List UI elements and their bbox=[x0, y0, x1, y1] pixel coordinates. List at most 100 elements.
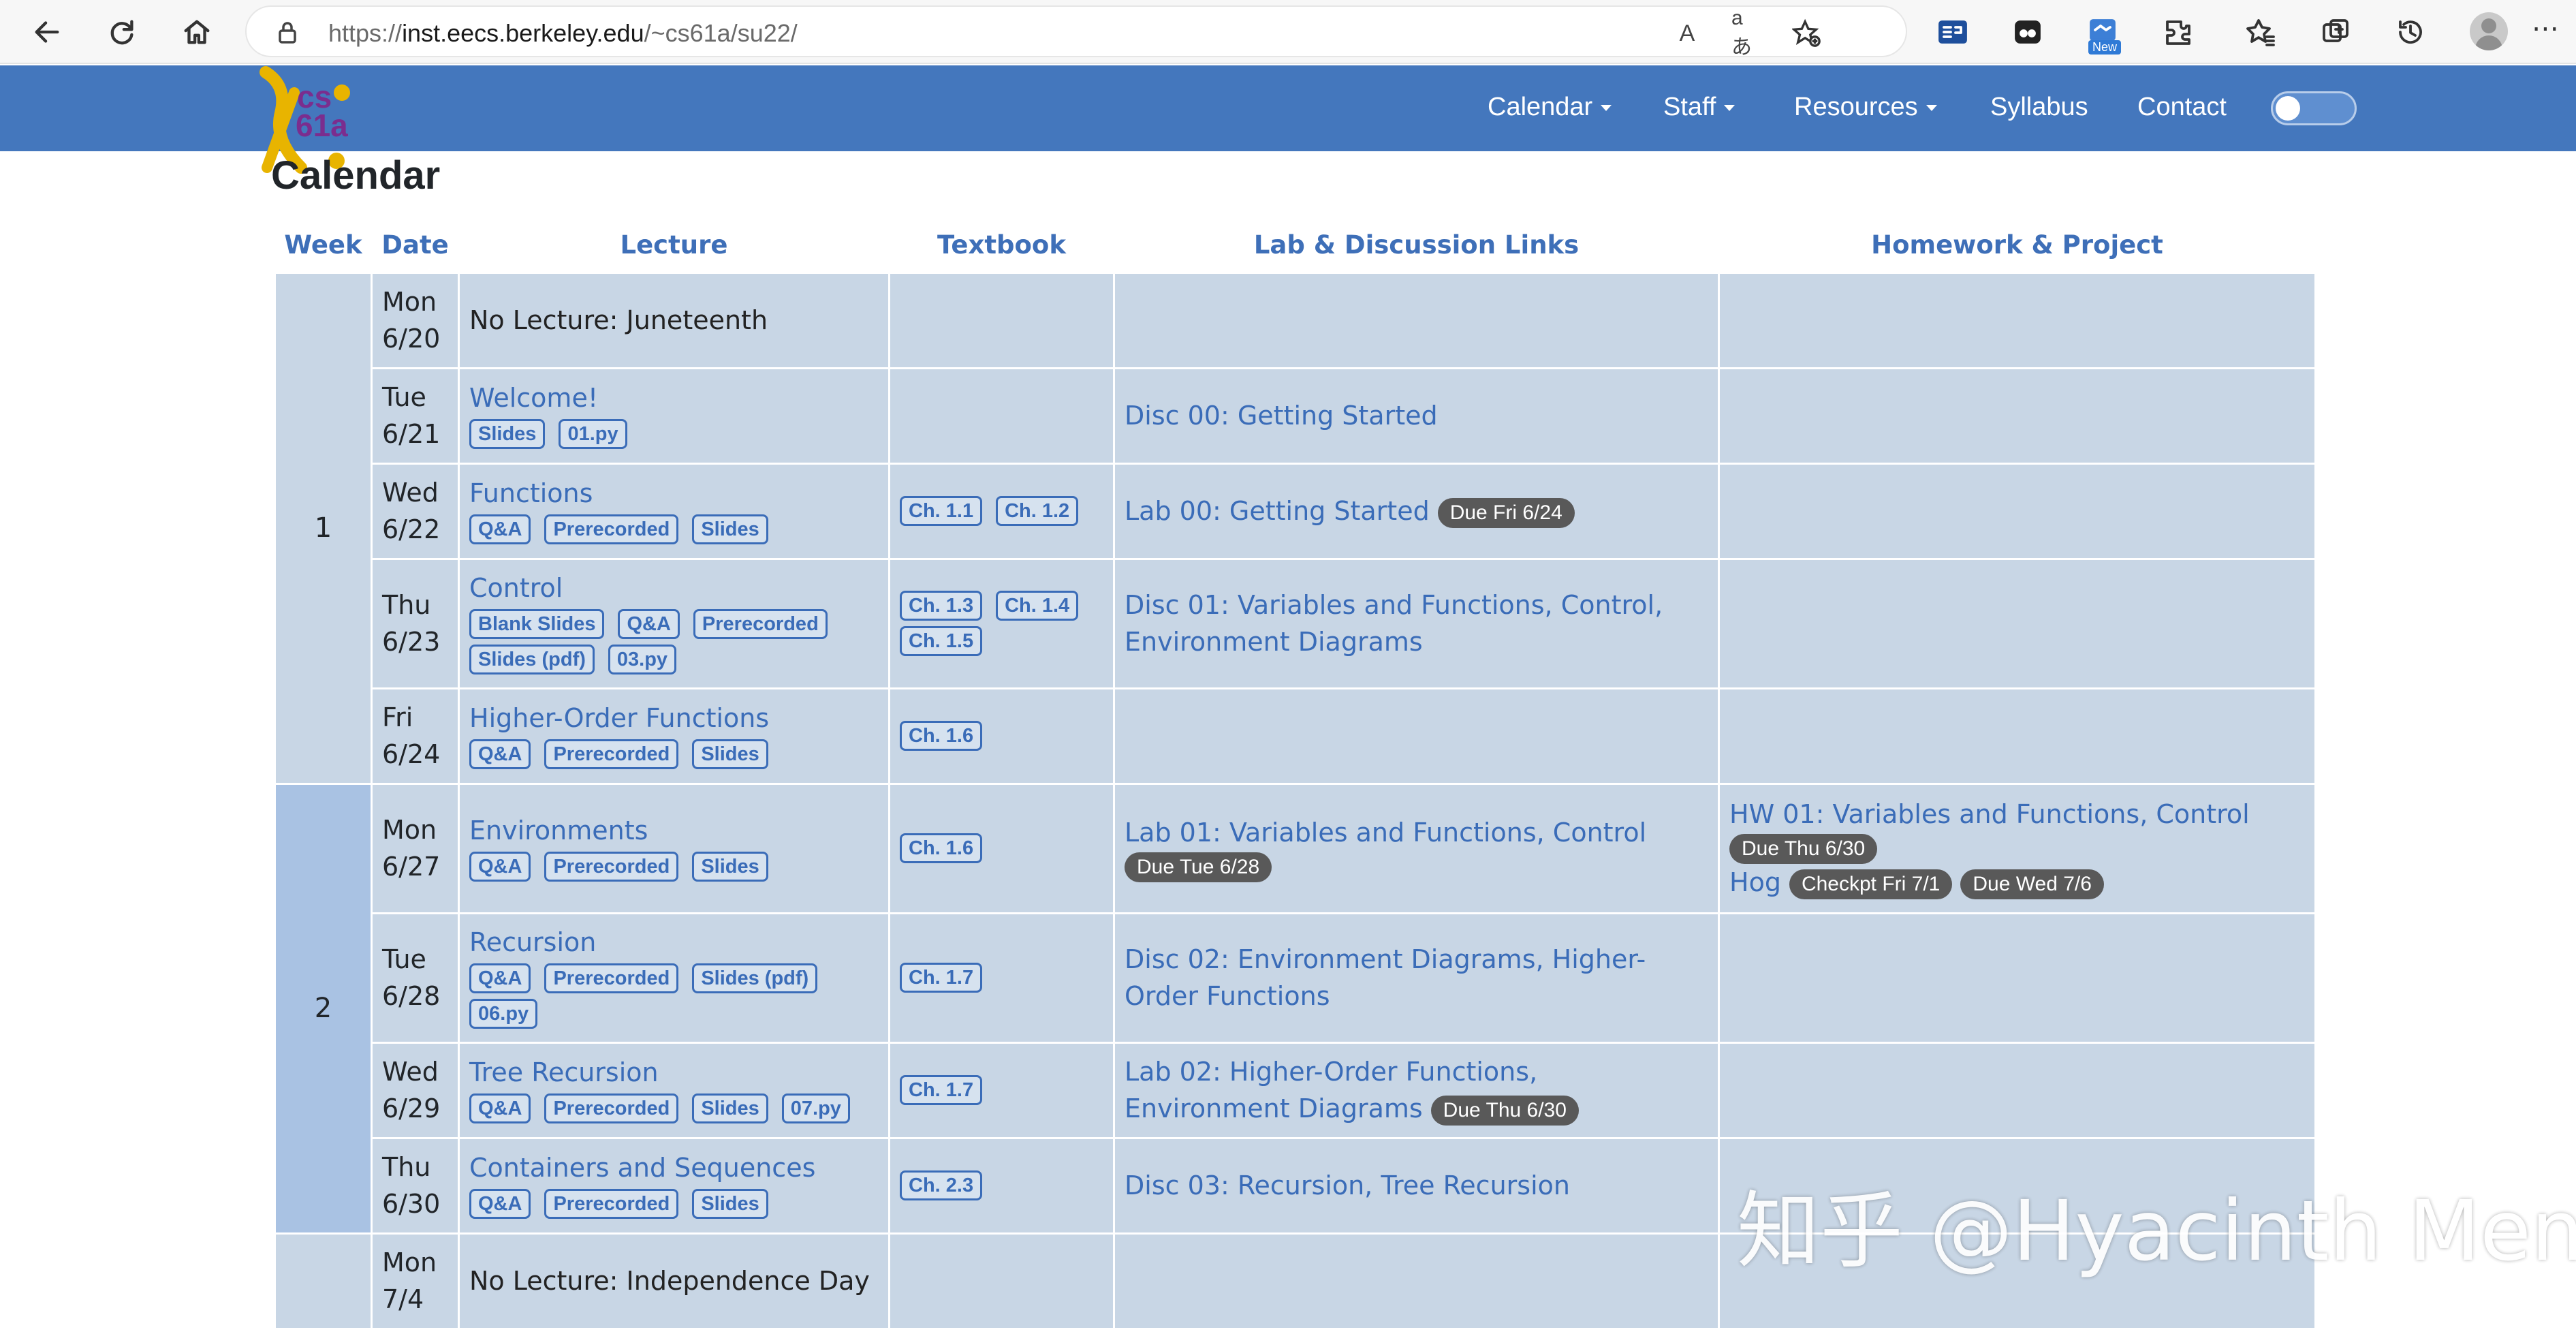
resource-button[interactable]: Q&A bbox=[469, 739, 531, 769]
lecture-link[interactable]: Control bbox=[469, 570, 879, 606]
resource-button[interactable]: Q&A bbox=[469, 1189, 531, 1219]
refresh-button[interactable] bbox=[99, 10, 144, 55]
assignment-link[interactable]: HW 01: Variables and Functions, Control bbox=[1729, 799, 2250, 829]
lecture-link[interactable]: Welcome! bbox=[469, 379, 879, 416]
resource-button[interactable]: Slides bbox=[692, 739, 768, 769]
date-value: 6/20 bbox=[382, 324, 441, 354]
nav-syllabus[interactable]: Syllabus bbox=[1990, 93, 2088, 122]
resource-button[interactable]: Q&A bbox=[469, 963, 531, 993]
textbook-chapter-button[interactable]: Ch. 1.2 bbox=[996, 496, 1079, 526]
assignment-link[interactable]: Hog bbox=[1729, 867, 1781, 897]
profile-avatar[interactable] bbox=[2470, 12, 2508, 50]
add-favorite-icon[interactable] bbox=[1791, 18, 1823, 49]
resource-button[interactable]: 06.py bbox=[469, 999, 538, 1029]
resource-button[interactable]: Q&A bbox=[469, 1093, 531, 1123]
resource-button[interactable]: Q&A bbox=[618, 609, 680, 639]
textbook-cell: Ch. 2.3 bbox=[888, 1136, 1115, 1235]
collections-icon[interactable] bbox=[2317, 14, 2354, 50]
resource-button[interactable]: 07.py bbox=[781, 1093, 850, 1123]
week-cell: 2 bbox=[274, 782, 373, 1235]
mask-extension-icon[interactable] bbox=[2009, 14, 2046, 50]
resource-button[interactable]: Slides bbox=[692, 852, 768, 882]
resource-button[interactable]: Prerecorded bbox=[544, 739, 679, 769]
lecture-resources: Q&A Prerecorded Slides (pdf) 06.py bbox=[469, 961, 879, 1031]
textbook-chapter-button[interactable]: Ch. 2.3 bbox=[900, 1170, 983, 1200]
nav-contact[interactable]: Contact bbox=[2137, 93, 2227, 122]
resource-button[interactable]: 03.py bbox=[608, 645, 677, 674]
back-button[interactable] bbox=[25, 10, 69, 55]
lecture-cell: Environments Q&A Prerecorded Slides bbox=[458, 782, 890, 914]
textbook-chapter-button[interactable]: Ch. 1.5 bbox=[900, 626, 983, 656]
assignment-link[interactable]: Disc 03: Recursion, Tree Recursion bbox=[1125, 1170, 1570, 1200]
read-aloud-icon[interactable]: A bbox=[1671, 18, 1703, 49]
lecture-link[interactable]: Functions bbox=[469, 475, 879, 512]
textbook-chapter-button[interactable]: Ch. 1.4 bbox=[996, 591, 1079, 621]
due-badge: Due Thu 6/30 bbox=[1430, 1095, 1579, 1126]
date-cell: Tue 6/21 bbox=[371, 367, 460, 465]
textbook-cell: Ch. 1.7 bbox=[888, 1041, 1115, 1139]
nav-staff[interactable]: Staff bbox=[1663, 93, 1735, 122]
lecture-link[interactable]: Environments bbox=[469, 812, 879, 849]
resource-button[interactable]: Prerecorded bbox=[544, 1093, 679, 1123]
address-bar[interactable]: https://inst.eecs.berkeley.edu/~cs61a/su… bbox=[245, 5, 1907, 59]
translate-icon[interactable]: aあ bbox=[1731, 7, 1763, 59]
textbook-chapter-button[interactable]: Ch. 1.6 bbox=[900, 721, 983, 751]
resource-button[interactable]: Prerecorded bbox=[544, 963, 679, 993]
resource-button[interactable]: Slides bbox=[692, 1189, 768, 1219]
textbook-chapter-button[interactable]: Ch. 1.3 bbox=[900, 591, 983, 621]
resource-button[interactable]: Prerecorded bbox=[544, 1189, 679, 1219]
new-extension-icon[interactable]: New bbox=[2084, 14, 2122, 55]
textbook-cell bbox=[888, 271, 1115, 369]
assignment-link[interactable]: Lab 00: Getting Started bbox=[1125, 496, 1430, 526]
lecture-link[interactable]: Tree Recursion bbox=[469, 1054, 879, 1091]
reader-extension-icon[interactable] bbox=[1934, 14, 1971, 50]
resource-button[interactable]: Q&A bbox=[469, 852, 531, 882]
week-cell: 1 bbox=[274, 271, 373, 785]
hw-cell bbox=[1718, 462, 2316, 560]
lecture-link[interactable]: Higher-Order Functions bbox=[469, 700, 879, 736]
dark-mode-toggle[interactable] bbox=[2271, 91, 2357, 125]
calendar-row: Tue 6/28 Recursion Q&A Prerecorded Slides (pd… bbox=[275, 912, 2316, 1044]
resource-button[interactable]: Prerecorded bbox=[544, 852, 679, 882]
lecture-cell: No Lecture: Juneteenth bbox=[458, 271, 890, 369]
resource-button[interactable]: Q&A bbox=[469, 514, 531, 544]
resource-button[interactable]: Slides bbox=[469, 419, 546, 449]
date-cell: Wed 6/22 bbox=[371, 462, 460, 560]
resource-button[interactable]: Slides bbox=[692, 1093, 768, 1123]
lecture-text: No Lecture: Juneteenth bbox=[469, 305, 768, 335]
assignment-link[interactable]: Disc 00: Getting Started bbox=[1125, 401, 1438, 431]
lecture-cell: Welcome! Slides 01.py bbox=[458, 367, 890, 465]
textbook-chapter-button[interactable]: Ch. 1.6 bbox=[900, 833, 983, 863]
textbook-chapter-button[interactable]: Ch. 1.7 bbox=[900, 963, 983, 993]
day-of-week: Wed bbox=[382, 1057, 439, 1087]
assignment-link[interactable]: Disc 02: Environment Diagrams, Higher-Or… bbox=[1125, 944, 1646, 1011]
textbook-chapter-button[interactable]: Ch. 1.1 bbox=[900, 496, 983, 526]
url-text[interactable]: https://inst.eecs.berkeley.edu/~cs61a/su… bbox=[328, 19, 798, 48]
favorites-icon[interactable] bbox=[2242, 14, 2279, 50]
home-button[interactable] bbox=[174, 10, 219, 55]
lecture-link[interactable]: Containers and Sequences bbox=[469, 1149, 879, 1186]
lecture-link[interactable]: Recursion bbox=[469, 924, 879, 961]
history-icon[interactable] bbox=[2392, 14, 2429, 50]
calendar-row: Fri 6/24 Higher-Order Functions Q&A Prerecor… bbox=[275, 687, 2316, 785]
hw-cell-entry: HW 01: Variables and Functions, Control D… bbox=[1729, 796, 2305, 865]
lecture-resources: Q&A Prerecorded Slides bbox=[469, 849, 879, 884]
resource-button[interactable]: 01.py bbox=[559, 419, 627, 449]
resource-button[interactable]: Prerecorded bbox=[544, 514, 679, 544]
calendar-row: Tue 6/21 Welcome! Slides 01.py Disc 00: Getti… bbox=[275, 367, 2316, 465]
resource-button[interactable]: Blank Slides bbox=[469, 609, 605, 639]
textbook-chapter-button[interactable]: Ch. 1.7 bbox=[900, 1075, 983, 1105]
resource-button[interactable]: Slides bbox=[692, 514, 768, 544]
assignment-link[interactable]: Disc 01: Variables and Functions, Contro… bbox=[1125, 590, 1663, 657]
day-of-week: Mon bbox=[382, 1247, 437, 1277]
day-of-week: Thu bbox=[382, 590, 431, 620]
lab-cell bbox=[1113, 1232, 1720, 1330]
nav-resources[interactable]: Resources bbox=[1794, 93, 1937, 122]
nav-calendar[interactable]: Calendar bbox=[1488, 93, 1612, 122]
resource-button[interactable]: Slides (pdf) bbox=[692, 963, 818, 993]
resource-button[interactable]: Prerecorded bbox=[693, 609, 828, 639]
extensions-icon[interactable] bbox=[2159, 14, 2196, 50]
assignment-link[interactable]: Lab 01: Variables and Functions, Control bbox=[1125, 818, 1646, 848]
browser-menu-icon[interactable]: ⋯ bbox=[2528, 15, 2562, 49]
resource-button[interactable]: Slides (pdf) bbox=[469, 645, 595, 674]
